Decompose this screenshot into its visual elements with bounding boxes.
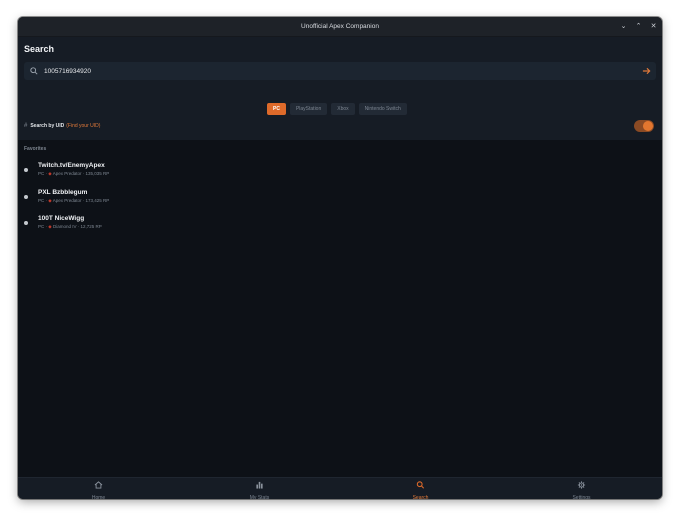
uid-label: Search by UID xyxy=(30,123,65,129)
title-bar: Unofficial Apex Companion ⌄ ⌃ ✕ xyxy=(18,17,662,37)
bullet-icon xyxy=(24,168,28,172)
platform-selector: PC PlayStation Xbox Nintendo Switch xyxy=(267,103,407,115)
bar-chart-icon xyxy=(255,476,264,494)
favorite-name: PXL Bzbblegum xyxy=(38,188,88,196)
search-bar[interactable] xyxy=(24,62,656,80)
favorite-meta: PC · ◆ Diamond IV · 12,725 RP xyxy=(38,224,102,229)
uid-row: # Search by UID (Find your UID) xyxy=(24,120,656,132)
favorite-platform: PC xyxy=(38,171,45,176)
hash-icon: # xyxy=(24,123,28,129)
platform-tab-pc[interactable]: PC xyxy=(267,103,286,115)
favorite-rp: 12,725 RP xyxy=(80,224,102,229)
maximize-icon[interactable]: ⌃ xyxy=(634,17,643,37)
nav-item-settings[interactable]: Settings xyxy=(501,478,662,499)
search-input[interactable] xyxy=(42,62,638,80)
nav-label: Search xyxy=(412,495,429,499)
favorite-name: Twitch.tv/EnemyApex xyxy=(38,162,105,169)
nav-label: My Stats xyxy=(249,495,270,499)
favorite-meta: PC · ◆ Apex Predator · 135,035 RP xyxy=(38,171,110,176)
search-panel: Search PCPlayStationXboxNintendo Switch … xyxy=(18,37,662,140)
favorite-meta: PC · ◆ Apex Predator · 173,425 RP xyxy=(38,197,110,203)
platform-tab-xbox[interactable]: Xbox xyxy=(331,103,355,115)
toggle-knob xyxy=(643,121,653,131)
rank-icon: ◆ xyxy=(48,197,52,203)
bullet-icon xyxy=(24,221,28,225)
minimize-icon[interactable]: ⌄ xyxy=(619,17,628,37)
rank-icon: ◆ xyxy=(48,224,52,229)
favorite-rp: 173,425 RP xyxy=(85,197,110,203)
bullet-icon xyxy=(24,194,28,199)
nav-item-search[interactable]: Search xyxy=(340,478,501,499)
favorites-heading: Favorites xyxy=(24,146,47,152)
nav-item-my-stats[interactable]: My Stats xyxy=(179,478,340,499)
home-icon xyxy=(94,476,103,494)
nav-label: Home xyxy=(91,495,106,499)
platform-tab-playstation[interactable]: PlayStation xyxy=(289,103,328,115)
bottom-nav: Home My Stats Search Settings xyxy=(18,477,662,499)
favorite-platform: PC xyxy=(38,197,45,203)
favorite-rank: Apex Predator xyxy=(52,171,82,176)
gear-icon xyxy=(577,476,586,494)
window-controls: ⌄ ⌃ ✕ xyxy=(619,17,658,37)
arrow-right-icon[interactable] xyxy=(638,67,654,75)
find-uid-link[interactable]: (Find your UID) xyxy=(66,123,100,129)
favorite-rp: 135,035 RP xyxy=(85,171,110,176)
nav-item-home[interactable]: Home xyxy=(18,478,179,499)
window-title: Unofficial Apex Companion xyxy=(301,23,379,30)
favorite-rank: Apex Predator xyxy=(52,197,82,203)
close-icon[interactable]: ✕ xyxy=(649,17,658,37)
rank-icon: ◆ xyxy=(48,171,52,176)
favorite-rank: Diamond IV xyxy=(53,224,77,229)
search-icon xyxy=(26,67,42,75)
favorite-platform: PC xyxy=(38,224,45,229)
page-title: Search xyxy=(24,44,55,54)
search-icon xyxy=(416,476,425,494)
uid-toggle[interactable] xyxy=(634,120,654,132)
platform-tab-nintendo-switch[interactable]: Nintendo Switch xyxy=(358,103,407,115)
nav-label: Settings xyxy=(572,495,591,499)
favorite-name: 100T NiceWigg xyxy=(38,215,85,222)
app-window: Unofficial Apex Companion ⌄ ⌃ ✕ Search P… xyxy=(18,17,662,499)
